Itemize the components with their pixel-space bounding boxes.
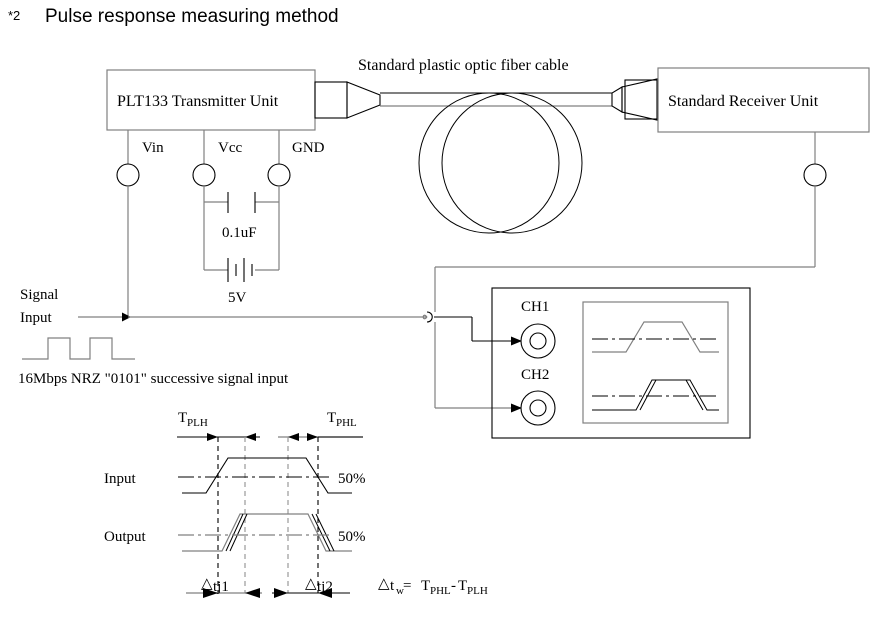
fiber-cable-label: Standard plastic optic fiber cable <box>358 57 569 74</box>
timing-input-label: Input <box>104 471 136 487</box>
receiver-output-terminal <box>803 132 827 187</box>
receiver-unit-label: Standard Receiver Unit <box>668 93 819 110</box>
terminal-gnd-label: GND <box>292 140 325 156</box>
transmitter-unit-label: PLT133 Transmitter Unit <box>117 93 279 110</box>
fiber-coil <box>418 92 583 234</box>
signal-input-line2: Input <box>20 310 52 326</box>
signal-waveform-icon <box>22 337 135 360</box>
terminal-vcc: Vcc <box>192 130 242 187</box>
signal-input: Signal Input <box>20 287 131 326</box>
ch2-label: CH2 <box>521 367 549 383</box>
jitter1-dimension: △ tj1 <box>186 576 262 598</box>
formula-t-phl-sub: PHL <box>430 585 451 597</box>
receiver-unit: Standard Receiver Unit <box>657 67 870 133</box>
screen-trace-ch1 <box>592 321 719 353</box>
oscilloscope-ch1-connector[interactable]: CH1 <box>520 299 556 359</box>
supply-branch: 5V <box>203 202 280 306</box>
timing-input-waveform: Input 50% <box>104 457 366 494</box>
terminal-gnd: GND <box>267 130 325 187</box>
timing-output-waveform: Output 50% <box>104 513 366 552</box>
formula-t-plh: T <box>458 578 467 594</box>
signal-bus-to-ch1 <box>128 311 522 346</box>
formula-t-plh-sub: PLH <box>467 585 488 597</box>
jitter1-label: tj1 <box>213 579 229 595</box>
tplh-main: T <box>178 410 187 426</box>
tphl-sub: PHL <box>336 417 357 429</box>
timing-formula: △ t w = T PHL - T PLH <box>378 576 488 597</box>
oscilloscope: CH1 CH2 <box>491 287 751 439</box>
formula-t-phl: T <box>421 578 430 594</box>
pulse-response-diagram: *2 Pulse response measuring method PLT13… <box>8 6 870 598</box>
jitter2-delta: △ <box>305 576 317 592</box>
page-title: Pulse response measuring method <box>45 6 339 27</box>
formula-delta: △ <box>378 576 390 592</box>
jitter1-delta: △ <box>201 576 213 592</box>
formula-eq: = <box>403 578 411 594</box>
receiver-fiber-connector <box>611 78 659 121</box>
timing-reference-lines <box>217 437 319 593</box>
ch1-arrow-icon <box>511 336 522 346</box>
oscilloscope-ch2-connector[interactable]: CH2 <box>520 367 556 426</box>
terminal-vin-label: Vin <box>142 140 164 156</box>
tphl-main: T <box>327 410 336 426</box>
supply-value-label: 5V <box>228 290 247 306</box>
terminal-vcc-label: Vcc <box>218 140 242 156</box>
tphl-label: T PHL <box>327 410 357 429</box>
jitter2-label: tj2 <box>317 579 333 595</box>
signal-input-line1: Signal <box>20 287 58 303</box>
formula-minus: - <box>451 578 456 594</box>
oscilloscope-screen <box>582 301 729 424</box>
timing-output-level: 50% <box>338 529 366 545</box>
ch2-arrow-icon <box>511 403 522 413</box>
tplh-label: T PLH <box>178 410 208 429</box>
transmitter-fiber-connector <box>314 81 381 119</box>
tphl-dimension <box>278 433 363 441</box>
jitter2-dimension: △ tj2 <box>272 576 350 598</box>
formula-t: t <box>390 578 395 594</box>
capacitor-value-label: 0.1uF <box>222 225 257 241</box>
title-marker: *2 <box>8 8 20 23</box>
signal-caption: 16Mbps NRZ "0101" successive signal inpu… <box>18 371 289 387</box>
timing-output-label: Output <box>104 529 147 545</box>
timing-input-level: 50% <box>338 471 366 487</box>
tplh-sub: PLH <box>187 417 208 429</box>
capacitor-branch: 0.1uF <box>203 186 280 241</box>
transmitter-unit: PLT133 Transmitter Unit <box>106 69 316 131</box>
terminal-vin: Vin <box>116 130 164 187</box>
diagram-page: *2 Pulse response measuring method PLT13… <box>0 0 887 617</box>
ch1-label: CH1 <box>521 299 549 315</box>
